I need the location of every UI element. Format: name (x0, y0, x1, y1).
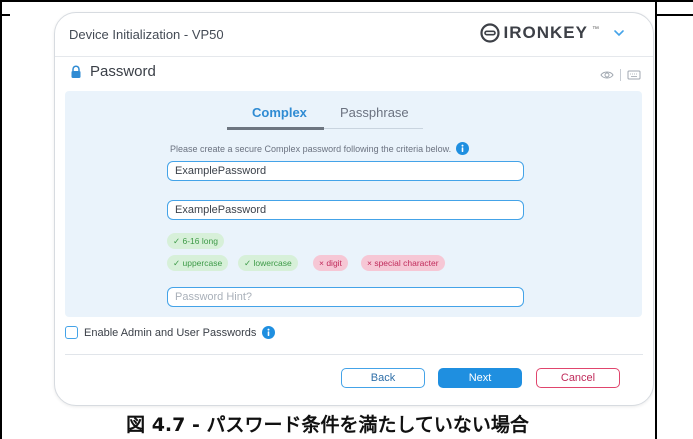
section-header: Password (69, 63, 156, 80)
window-title: Device Initialization - VP50 (69, 27, 224, 42)
frame-left-border (0, 0, 2, 439)
view-toggles (600, 69, 641, 81)
frame-tick-right (657, 14, 693, 16)
icon-separator (620, 69, 621, 81)
lock-icon (71, 65, 81, 78)
confirm-password-input[interactable]: ExamplePassword (167, 200, 524, 220)
info-icon[interactable] (262, 326, 276, 339)
device-initialization-window: Device Initialization - VP50 IRONKEY ™ P… (54, 12, 654, 406)
cancel-button[interactable]: Cancel (536, 368, 620, 388)
next-button[interactable]: Next (438, 368, 522, 388)
section-title: Password (90, 63, 156, 80)
password-input[interactable]: ExamplePassword (167, 161, 524, 181)
brand-header: IRONKEY ™ (479, 23, 625, 43)
instruction-text: Please create a secure Complex password … (170, 143, 452, 154)
keyboard-icon[interactable] (627, 69, 641, 81)
frame-right-border (655, 0, 657, 439)
frame-tick-left (2, 14, 10, 16)
instruction-row: Please create a secure Complex password … (170, 142, 470, 155)
password-panel: Complex Passphrase Please create a secur… (65, 91, 642, 317)
criteria-lowercase-chip: ✓ lowercase (238, 255, 298, 271)
info-icon[interactable] (456, 142, 470, 155)
criteria-uppercase-chip: ✓ uppercase (167, 255, 229, 271)
back-button[interactable]: Back (341, 368, 425, 388)
header-divider (55, 56, 653, 57)
admin-user-passwords-checkbox[interactable] (65, 326, 78, 339)
criteria-length-chip: ✓ 6-16 long (167, 233, 224, 249)
chevron-down-icon[interactable] (613, 27, 625, 39)
footer-divider (65, 354, 643, 355)
password-mode-tabs: Complex Passphrase (227, 103, 423, 131)
admin-user-passwords-option[interactable]: Enable Admin and User Passwords (65, 326, 276, 339)
tab-passphrase[interactable]: Passphrase (340, 105, 409, 120)
tab-complex[interactable]: Complex (252, 105, 307, 120)
frame-top-border (0, 0, 693, 2)
criteria-special-character-chip: × special character (361, 255, 445, 271)
admin-user-passwords-label: Enable Admin and User Passwords (84, 326, 257, 339)
figure-caption: 図 4.7 - パスワード条件を満たしていない場合 (126, 414, 529, 436)
brand-trademark: ™ (592, 25, 599, 33)
active-tab-indicator (227, 127, 324, 130)
eye-icon[interactable] (600, 69, 614, 81)
brand-name: IRONKEY (503, 23, 588, 42)
ironkey-logo-icon (479, 23, 500, 43)
criteria-digit-chip: × digit (313, 255, 348, 271)
password-hint-input[interactable]: Password Hint? (167, 287, 524, 307)
